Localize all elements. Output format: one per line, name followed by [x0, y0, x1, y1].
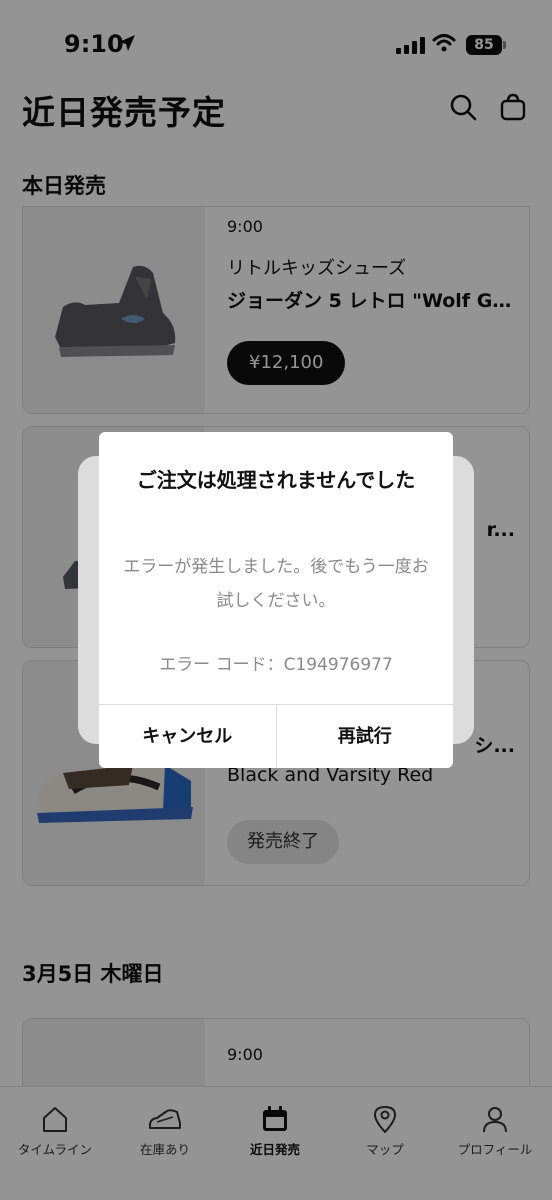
error-dialog: ご注文は処理されませんでした エラーが発生しました。後でもう一度お試しください。… [99, 432, 453, 768]
dialog-title: ご注文は処理されませんでした [136, 468, 416, 492]
retry-button[interactable]: 再試行 [275, 705, 454, 768]
dialog-actions: キャンセル 再試行 [99, 704, 453, 768]
dialog-message: エラーが発生しました。後でもう一度お試しください。 [123, 557, 429, 611]
error-code: エラー コード：C194976977 [159, 655, 393, 675]
cancel-button[interactable]: キャンセル [99, 705, 276, 768]
